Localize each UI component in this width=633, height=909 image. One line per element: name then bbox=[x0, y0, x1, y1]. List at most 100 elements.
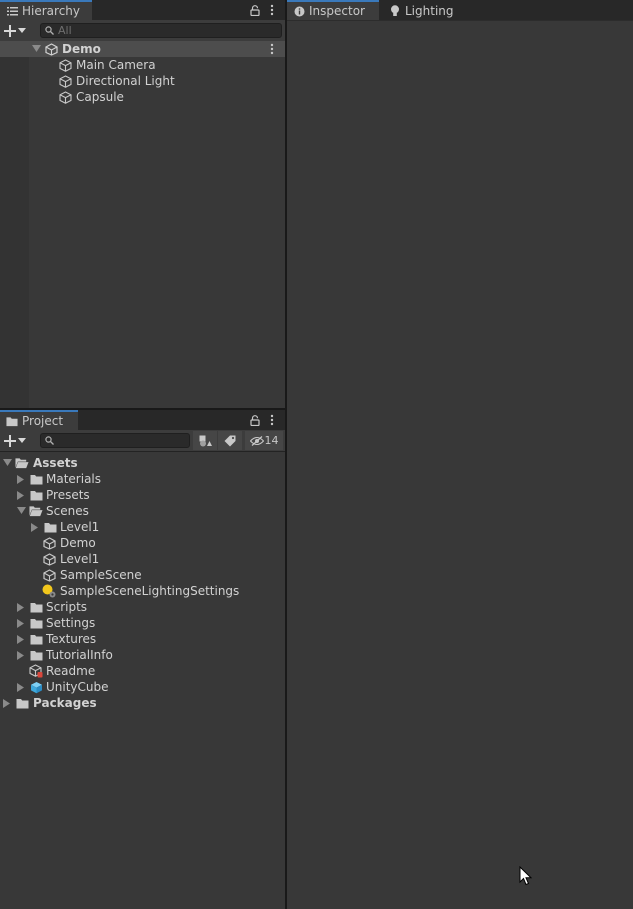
folder-icon bbox=[29, 472, 43, 486]
expand-arrow-icon[interactable] bbox=[2, 458, 12, 468]
lock-icon[interactable] bbox=[248, 3, 262, 17]
tree-item-label: Presets bbox=[46, 488, 90, 502]
chevron-down-icon bbox=[17, 24, 27, 38]
tree-item-unity-cube[interactable]: UnityCube bbox=[0, 679, 285, 695]
tree-item-label: UnityCube bbox=[46, 680, 109, 694]
unity-scene-icon bbox=[44, 42, 58, 56]
tree-item-materials[interactable]: Materials bbox=[0, 471, 285, 487]
folder-icon bbox=[43, 520, 57, 534]
hierarchy-item-label: Main Camera bbox=[76, 58, 156, 72]
collapse-arrow-icon[interactable] bbox=[16, 650, 26, 660]
tag-icon bbox=[223, 434, 237, 448]
lock-icon[interactable] bbox=[248, 413, 262, 427]
mouse-cursor-icon bbox=[519, 865, 533, 886]
scene-name: Demo bbox=[62, 42, 101, 56]
hierarchy-item-label: Directional Light bbox=[76, 74, 175, 88]
collapse-arrow-icon[interactable] bbox=[2, 698, 12, 708]
unity-scene-icon bbox=[42, 552, 56, 566]
hierarchy-tab-bar: Hierarchy bbox=[0, 0, 285, 20]
tree-item-label: Textures bbox=[46, 632, 97, 646]
tree-item-sample-scene[interactable]: SampleScene bbox=[0, 567, 285, 583]
create-button[interactable] bbox=[3, 22, 31, 39]
tree-item-demo-scene[interactable]: Demo bbox=[0, 535, 285, 551]
unity-scene-icon bbox=[42, 536, 56, 550]
collapse-arrow-icon[interactable] bbox=[16, 682, 26, 692]
hierarchy-item-label: Capsule bbox=[76, 90, 124, 104]
tree-item-readme[interactable]: Readme bbox=[0, 663, 285, 679]
hierarchy-toolbar bbox=[0, 20, 285, 42]
tab-project[interactable]: Project bbox=[0, 410, 78, 430]
tree-item-scripts[interactable]: Scripts bbox=[0, 599, 285, 615]
inspector-panel: Inspector Lighting bbox=[287, 0, 633, 909]
gameobject-cube-icon bbox=[58, 90, 72, 104]
collapse-arrow-icon[interactable] bbox=[30, 522, 40, 532]
tree-item-lighting-settings[interactable]: SampleSceneLightingSettings bbox=[0, 583, 285, 599]
collapse-arrow-icon[interactable] bbox=[16, 474, 26, 484]
plus-icon bbox=[3, 24, 17, 38]
expand-arrow-icon[interactable] bbox=[16, 506, 26, 516]
hierarchy-item-capsule[interactable]: Capsule bbox=[0, 89, 285, 105]
create-button[interactable] bbox=[3, 432, 31, 449]
tree-item-label: SampleScene bbox=[60, 568, 142, 582]
tab-project-label: Project bbox=[22, 414, 64, 428]
tab-hierarchy[interactable]: Hierarchy bbox=[0, 0, 92, 20]
tree-item-scenes[interactable]: Scenes bbox=[0, 503, 285, 519]
inspector-content bbox=[287, 20, 633, 909]
collapse-arrow-icon[interactable] bbox=[16, 618, 26, 628]
hierarchy-list-icon bbox=[6, 5, 18, 17]
collapse-arrow-icon[interactable] bbox=[16, 634, 26, 644]
folder-icon bbox=[29, 648, 43, 662]
toggle-hidden-packages-button[interactable]: 14 bbox=[245, 431, 283, 450]
folder-open-icon bbox=[29, 504, 43, 518]
hidden-packages-count: 14 bbox=[264, 434, 279, 447]
collapse-arrow-icon[interactable] bbox=[16, 602, 26, 612]
more-options-icon[interactable] bbox=[265, 413, 279, 427]
folder-icon bbox=[15, 696, 29, 710]
project-search-input[interactable] bbox=[54, 434, 189, 447]
search-by-type-button[interactable] bbox=[193, 431, 217, 450]
folder-icon bbox=[29, 616, 43, 630]
hierarchy-search-input[interactable] bbox=[54, 24, 281, 37]
project-toolbar: 14 bbox=[0, 430, 285, 452]
tree-item-textures[interactable]: Textures bbox=[0, 631, 285, 647]
tree-item-label: Demo bbox=[60, 536, 96, 550]
hierarchy-item-main-camera[interactable]: Main Camera bbox=[0, 57, 285, 73]
tree-item-tutorial-info[interactable]: TutorialInfo bbox=[0, 647, 285, 663]
tree-item-label: Level1 bbox=[60, 520, 100, 534]
tree-item-label: Scripts bbox=[46, 600, 88, 614]
gameobject-cube-icon bbox=[58, 74, 72, 88]
folder-icon bbox=[29, 488, 43, 502]
hierarchy-search[interactable] bbox=[40, 23, 282, 38]
tree-item-label: Assets bbox=[33, 456, 78, 470]
tree-item-label: Materials bbox=[46, 472, 102, 486]
folder-icon bbox=[6, 415, 18, 427]
tab-lighting[interactable]: Lighting bbox=[383, 1, 463, 20]
lightbulb-icon bbox=[389, 4, 401, 17]
tree-item-label: SampleSceneLightingSettings bbox=[60, 584, 240, 598]
project-tab-bar: Project bbox=[0, 410, 285, 430]
tree-item-label: Packages bbox=[33, 696, 97, 710]
folder-icon bbox=[29, 632, 43, 646]
tree-item-level1-folder[interactable]: Level1 bbox=[0, 519, 285, 535]
hierarchy-item-directional-light[interactable]: Directional Light bbox=[0, 73, 285, 89]
tree-item-presets[interactable]: Presets bbox=[0, 487, 285, 503]
search-by-label-button[interactable] bbox=[218, 431, 242, 450]
project-panel: Project 14 Assets Materials Presets Scen… bbox=[0, 410, 285, 909]
tab-inspector[interactable]: Inspector bbox=[287, 0, 379, 20]
tree-item-assets[interactable]: Assets bbox=[0, 455, 285, 471]
hierarchy-panel: Hierarchy Demo Main Camera Directi bbox=[0, 0, 285, 408]
tree-item-packages[interactable]: Packages bbox=[0, 695, 285, 711]
tree-item-settings[interactable]: Settings bbox=[0, 615, 285, 631]
unity-scene-icon bbox=[42, 568, 56, 582]
expand-arrow-icon[interactable] bbox=[31, 44, 41, 54]
tab-inspector-label: Inspector bbox=[309, 4, 365, 18]
hierarchy-scene-row[interactable]: Demo bbox=[0, 41, 285, 57]
project-search[interactable] bbox=[40, 433, 190, 448]
tree-item-level1-scene[interactable]: Level1 bbox=[0, 551, 285, 567]
inspector-tab-bar: Inspector Lighting bbox=[287, 0, 633, 20]
more-options-icon[interactable] bbox=[265, 3, 279, 17]
scene-menu-icon[interactable] bbox=[270, 43, 274, 58]
collapse-arrow-icon[interactable] bbox=[16, 490, 26, 500]
tree-item-label: TutorialInfo bbox=[46, 648, 113, 662]
tab-lighting-label: Lighting bbox=[405, 3, 454, 18]
